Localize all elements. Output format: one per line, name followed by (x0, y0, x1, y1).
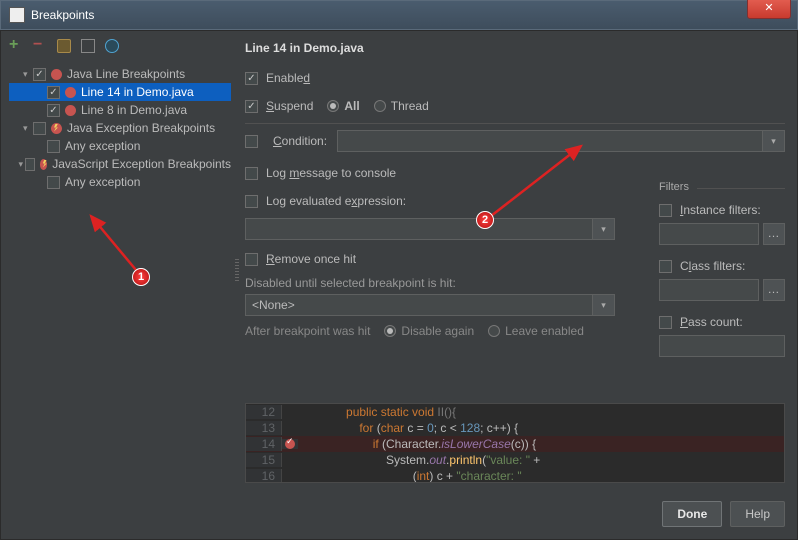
disabled-until-value: <None> (245, 294, 593, 316)
condition-label: Condition: (273, 134, 327, 148)
enabled-row: Enabled (245, 67, 785, 89)
chevron-down-icon[interactable]: ▾ (19, 159, 26, 170)
breakpoint-gutter-icon[interactable] (285, 439, 295, 449)
instance-checkbox[interactable] (659, 204, 672, 217)
instance-browse[interactable]: … (763, 223, 785, 245)
radio-disable-again-label: Disable again (401, 324, 474, 338)
view-icon[interactable] (105, 39, 119, 53)
tree-toolbar: + − (9, 39, 119, 53)
help-button[interactable]: Help (730, 501, 785, 527)
pass-label: Pass count: (680, 315, 743, 329)
pass-checkbox[interactable] (659, 316, 672, 329)
dialog-buttons: Done Help (662, 501, 785, 527)
done-button[interactable]: Done (662, 501, 722, 527)
node-label: Any exception (65, 175, 140, 189)
tree-node[interactable]: Any exception (9, 137, 231, 155)
checkbox[interactable] (47, 140, 60, 153)
node-label: JavaScript Exception Breakpoints (52, 157, 231, 171)
logmsg-label: Log message to console (266, 166, 396, 180)
node-label: Line 14 in Demo.java (81, 85, 194, 99)
class-field[interactable] (659, 279, 759, 301)
app-icon (9, 7, 25, 23)
chevron-down-icon: ▾ (763, 130, 785, 152)
checkbox[interactable] (25, 158, 34, 171)
node-label: Line 8 in Demo.java (81, 103, 187, 117)
chevron-down-icon[interactable]: ▾ (23, 69, 33, 80)
checkbox[interactable] (33, 68, 46, 81)
radio-disable-again[interactable] (384, 325, 396, 337)
enabled-checkbox[interactable] (245, 72, 258, 85)
window-title: Breakpoints (31, 8, 797, 22)
suspend-label: Suspend (266, 99, 313, 113)
node-label: Any exception (65, 139, 140, 153)
breakpoint-icon (65, 87, 76, 98)
tree-node[interactable]: ▾ JavaScript Exception Breakpoints (9, 155, 231, 173)
logexpr-checkbox[interactable] (245, 195, 258, 208)
class-browse[interactable]: … (763, 279, 785, 301)
annotation-badge-1: 1 (132, 268, 150, 286)
disabled-until-field[interactable]: <None> ▾ (245, 294, 615, 316)
remove-icon[interactable]: − (33, 39, 47, 53)
suspend-checkbox[interactable] (245, 100, 258, 113)
condition-checkbox[interactable] (245, 135, 258, 148)
suspend-row: Suspend All Thread (245, 95, 785, 117)
radio-thread[interactable] (374, 100, 386, 112)
breakpoint-icon (65, 105, 76, 116)
enabled-label: Enabled (266, 71, 310, 85)
radio-thread-label: Thread (391, 99, 429, 113)
instance-field[interactable] (659, 223, 759, 245)
tree-node-selected[interactable]: Line 14 in Demo.java (9, 83, 231, 101)
dialog-body: + − ▾ Java Line Breakpoints Line 14 in D… (0, 30, 798, 540)
add-icon[interactable]: + (9, 39, 23, 53)
chevron-down-icon: ▾ (593, 294, 615, 316)
tree-node[interactable]: Any exception (9, 173, 231, 191)
detail-panel: Line 14 in Demo.java Enabled Suspend All… (245, 41, 785, 483)
annotation-badge-2: 2 (476, 211, 494, 229)
filters-panel: Filters Instance filters: … Class filter… (659, 181, 785, 367)
checkbox[interactable] (33, 122, 46, 135)
detail-title: Line 14 in Demo.java (245, 41, 785, 55)
close-button[interactable]: ✕ (747, 0, 791, 19)
checkbox[interactable] (47, 104, 60, 117)
tree-node[interactable]: Line 8 in Demo.java (9, 101, 231, 119)
node-label: Java Exception Breakpoints (67, 121, 215, 135)
radio-leave-enabled[interactable] (488, 325, 500, 337)
remove-checkbox[interactable] (245, 253, 258, 266)
exception-breakpoint-icon (40, 159, 47, 170)
split-handle[interactable] (235, 259, 239, 283)
title-bar: Breakpoints ✕ (0, 0, 798, 30)
after-hit-label: After breakpoint was hit (245, 324, 370, 338)
exception-breakpoint-icon (51, 123, 62, 134)
logexpr-label: Log evaluated expression: (266, 194, 406, 208)
logmsg-checkbox[interactable] (245, 167, 258, 180)
instance-label: Instance filters: (680, 203, 761, 217)
radio-all-label: All (344, 99, 359, 113)
filters-title: Filters (659, 181, 785, 193)
tree-node[interactable]: ▾ Java Line Breakpoints (9, 65, 231, 83)
checkbox[interactable] (47, 176, 60, 189)
remove-label: Remove once hit (266, 252, 356, 266)
node-label: Java Line Breakpoints (67, 67, 185, 81)
checkbox[interactable] (47, 86, 60, 99)
copy-icon[interactable] (81, 39, 95, 53)
tree-node[interactable]: ▾ Java Exception Breakpoints (9, 119, 231, 137)
radio-all[interactable] (327, 100, 339, 112)
separator (245, 123, 785, 124)
pass-field[interactable] (659, 335, 785, 357)
group-icon[interactable] (57, 39, 71, 53)
radio-leave-enabled-label: Leave enabled (505, 324, 584, 338)
chevron-down-icon[interactable]: ▾ (23, 123, 33, 134)
code-preview: 12 public static void II(){ 13 for (char… (245, 403, 785, 483)
class-checkbox[interactable] (659, 260, 672, 273)
class-label: Class filters: (680, 259, 745, 273)
breakpoint-icon (51, 69, 62, 80)
